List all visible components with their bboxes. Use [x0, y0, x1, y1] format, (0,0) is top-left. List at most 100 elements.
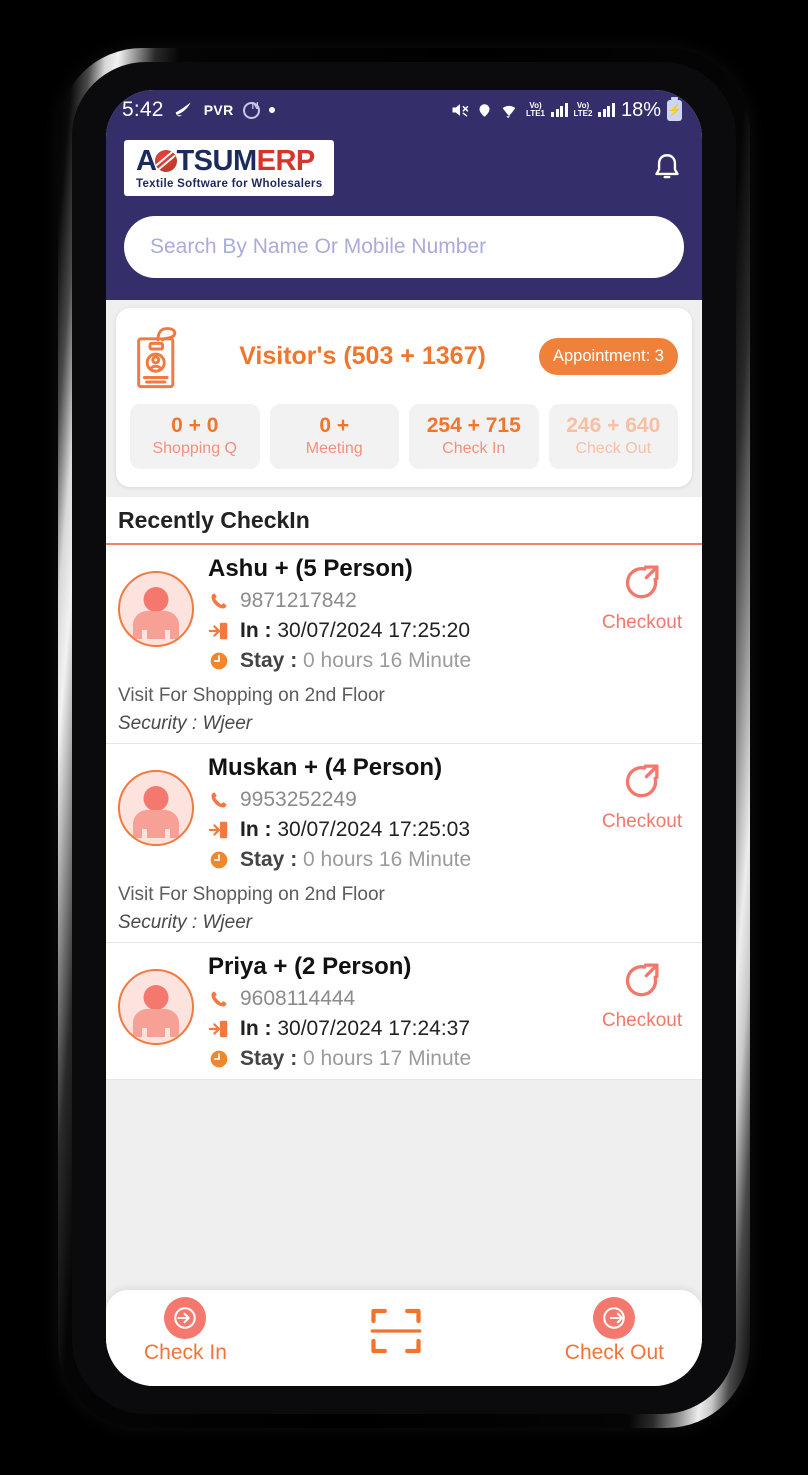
search-bar-container — [124, 215, 684, 278]
app-header: A TSUMERP Textile Software for Wholesaler… — [106, 130, 702, 300]
list-item-info: Muskan + (4 Person) 9953252249 In: 30/0… — [208, 754, 580, 872]
list-item[interactable]: Ashu + (5 Person) 9871217842 In: 30/07/… — [106, 545, 702, 744]
visitor-summary-card: Visitor's (503 + 1367) Appointment: 3 0 … — [116, 307, 692, 487]
avatar — [118, 570, 194, 647]
stay-row: Stay : 0 hours 16 Minute — [208, 848, 580, 872]
logo-orb-icon — [155, 150, 178, 172]
stay-duration: Stay : 0 hours 16 Minute — [240, 847, 472, 871]
login-arrow-icon — [208, 1018, 230, 1040]
stat-shopping-queue[interactable]: 0 + 0 Shopping Q — [130, 403, 260, 469]
swoosh-icon — [175, 102, 191, 117]
logo-text-tsum: TSUM — [176, 145, 257, 177]
checkout-button[interactable]: Checkout — [594, 953, 690, 1032]
list-item-main: Ashu + (5 Person) 9871217842 In: 30/07/… — [118, 555, 690, 673]
check-out-arrow-icon — [593, 1297, 636, 1339]
checkin-time-row: In : 30/07/2024 17:24:37 — [208, 1017, 580, 1041]
list-item-info: Ashu + (5 Person) 9871217842 In: 30/07/… — [208, 555, 580, 673]
section-title: Recently CheckIn — [106, 497, 702, 545]
visitor-name: Priya + (2 Person) — [208, 952, 412, 980]
stat-value: 254 + 715 — [426, 413, 521, 437]
carrier-label: PVR — [203, 102, 234, 118]
nav-check-out[interactable]: Check Out — [565, 1297, 664, 1365]
volte-sim1-icon: Vo) LTE1 — [526, 101, 545, 118]
header-top-row: A TSUMERP Textile Software for Wholesaler… — [124, 140, 684, 196]
phone-row: 9608114444 — [208, 987, 580, 1011]
stat-value: 0 + — [319, 413, 350, 437]
clock-icon — [208, 1048, 230, 1070]
list-item[interactable]: Priya + (2 Person) 9608114444 In: 30/07… — [106, 943, 702, 1080]
stat-value: 246 + 640 — [566, 413, 661, 437]
status-time: 5:42 — [122, 98, 164, 121]
visit-purpose: Visit For Shopping on 2nd Floor — [118, 684, 385, 706]
search-input[interactable] — [124, 215, 684, 278]
phone-row: 9953252249 — [208, 788, 580, 812]
checkin-time: In : 30/07/2024 17:25:03 — [240, 817, 471, 841]
list-item-main: Muskan + (4 Person) 9953252249 In: 30/0… — [118, 754, 690, 872]
logo-tagline: Textile Software for Wholesalers — [136, 178, 323, 190]
charging-battery-icon: ⚡ — [667, 96, 682, 121]
visit-purpose: Visit For Shopping on 2nd Floor — [118, 883, 385, 905]
wifi-icon — [502, 105, 516, 119]
qr-scan-icon[interactable] — [366, 1301, 426, 1361]
check-in-label: Check In — [144, 1341, 227, 1364]
avatar — [118, 968, 194, 1045]
stat-check-out[interactable]: 246 + 640 Check Out — [548, 403, 678, 469]
stay-duration: Stay : 0 hours 17 Minute — [240, 1046, 472, 1070]
recently-checkin-section: Recently CheckIn Ashu + (5 Person) 98712… — [106, 496, 702, 1080]
location-pin-icon — [479, 103, 490, 117]
visitor-phone: 9953252249 — [240, 787, 357, 811]
security-name: Security : Wjeer — [118, 911, 253, 933]
logo-text-erp: ERP — [256, 145, 316, 177]
avatar-head — [143, 586, 169, 612]
volte-sim2-icon: Vo) LTE2 — [573, 101, 593, 118]
stay-duration: Stay : 0 hours 16 Minute — [240, 648, 472, 672]
checkin-time: In : 30/07/2024 17:25:20 — [240, 618, 471, 642]
avatar — [118, 769, 194, 846]
stat-label: Check In — [442, 439, 506, 457]
checkin-time-row: In : 30/07/2024 17:25:20 — [208, 619, 580, 643]
status-bar-right: Vo) LTE1 Vo) LTE2 18% ⚡ — [449, 96, 682, 122]
checkin-time: In : 30/07/2024 17:24:37 — [240, 1016, 471, 1040]
app-logo: A TSUMERP Textile Software for Wholesaler… — [124, 140, 335, 196]
avatar-torso — [133, 610, 179, 639]
checkout-icon — [625, 764, 659, 797]
stat-label: Check Out — [575, 439, 652, 457]
list-item[interactable]: Muskan + (4 Person) 9953252249 In: 30/0… — [106, 744, 702, 943]
phone-screen: 5:42 PVR N Vo) LTE1 Vo) LTE2 18% ⚡ A TSU… — [106, 90, 702, 1386]
checkout-icon — [625, 963, 659, 996]
status-bar: 5:42 PVR N Vo) LTE1 Vo) LTE2 18% ⚡ — [106, 90, 702, 130]
visitor-stats-row: 0 + 0 Shopping Q 0 + Meeting 254 + 715 C… — [130, 403, 678, 469]
stay-row: Stay : 0 hours 17 Minute — [208, 1047, 580, 1071]
nav-check-in[interactable]: Check In — [144, 1297, 227, 1365]
notification-bell-icon[interactable] — [650, 150, 684, 186]
visitor-count-title: Visitor's (503 + 1367) — [239, 342, 486, 370]
list-item-main: Priya + (2 Person) 9608114444 In: 30/07… — [118, 953, 690, 1071]
mute-icon — [452, 104, 469, 117]
avatar-torso — [133, 809, 179, 838]
avatar-head — [143, 785, 169, 811]
status-bar-left: 5:42 PVR — [122, 98, 275, 122]
checkout-button[interactable]: Checkout — [594, 754, 690, 833]
avatar-head — [143, 984, 169, 1010]
appointment-badge[interactable]: Appointment: 3 — [539, 338, 678, 375]
stat-check-in[interactable]: 254 + 715 Check In — [409, 403, 539, 469]
phone-icon — [208, 590, 230, 612]
checkout-button[interactable]: Checkout — [594, 555, 690, 634]
login-arrow-icon — [208, 620, 230, 642]
stat-meeting[interactable]: 0 + Meeting — [269, 403, 399, 469]
dot-indicator-icon — [268, 107, 275, 113]
signal-bars-sim2-icon — [598, 103, 615, 117]
clock-icon — [208, 650, 230, 672]
main-content: Visitor's (503 + 1367) Appointment: 3 0 … — [106, 299, 702, 1350]
phone-icon — [208, 988, 230, 1010]
screenshot-stage: 5:42 PVR N Vo) LTE1 Vo) LTE2 18% ⚡ A TSU… — [0, 0, 808, 1475]
security-name: Security : Wjeer — [118, 712, 253, 734]
visitor-name: Muskan + (4 Person) — [208, 753, 443, 781]
checkout-icon — [625, 565, 659, 598]
visitor-badge-icon — [137, 326, 177, 388]
phone-icon — [208, 789, 230, 811]
battery-percent: 18% — [620, 98, 661, 121]
visitor-name: Ashu + (5 Person) — [208, 554, 413, 582]
checkout-label: Checkout — [601, 1009, 683, 1031]
bottom-navigation-bar: Check In Check Out — [106, 1290, 702, 1386]
